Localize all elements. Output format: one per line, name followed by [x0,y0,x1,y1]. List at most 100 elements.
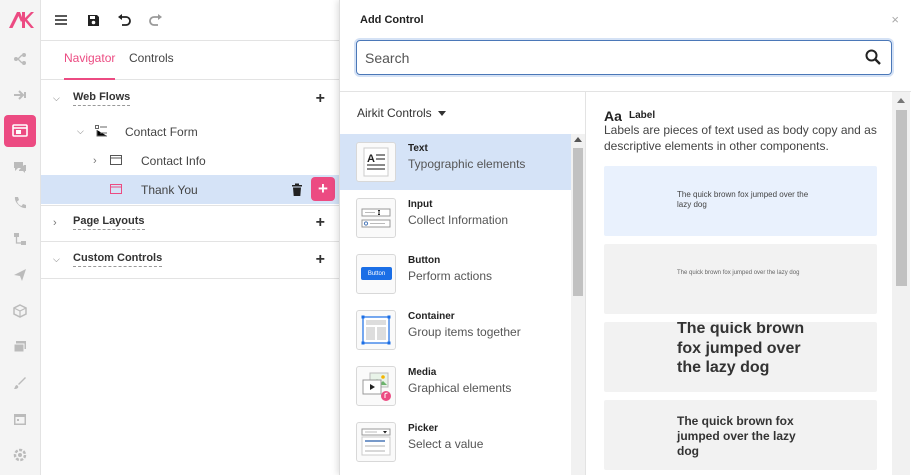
controls-source-label: Airkit Controls [357,106,432,120]
label-style-sample[interactable]: The quick brown fox jumped over the lazy… [604,400,877,470]
add-control-dialog: Add Control × Airkit Controls A Text Typ… [339,0,911,475]
control-description: Group items together [408,325,521,339]
scroll-up-icon[interactable] [897,98,905,103]
tree-label-contact-form: Contact Form [125,124,198,139]
control-list-scrollbar[interactable] [571,134,585,475]
control-description: Typographic elements [408,157,526,171]
gallery-icon[interactable] [10,337,30,357]
chevron-down-icon[interactable]: ⌵ [53,93,60,104]
trash-icon[interactable] [291,183,303,197]
controls-source-dropdown[interactable]: Airkit Controls [357,106,446,120]
tree-row-thank-you[interactable]: Thank You + [41,175,339,204]
control-item-button[interactable]: Button Button Perform actions [340,246,571,302]
data-flow-icon[interactable] [10,229,30,249]
control-item-picker[interactable]: Picker Select a value [340,414,571,470]
control-item-text[interactable]: A Text Typographic elements [340,134,571,190]
control-title: Picker [408,423,439,434]
add-custom-control-button[interactable]: + [316,251,325,269]
add-web-flow-button[interactable]: + [316,90,325,108]
tree-row-contact-info[interactable]: › Contact Info [41,146,339,175]
caret-down-icon [437,110,446,116]
container-control-icon [356,310,396,350]
text-control-icon: A [356,142,396,182]
tree-row-page-layouts[interactable]: › Page Layouts + [41,208,339,237]
control-title: Input [408,199,433,210]
section-label-custom-controls: Custom Controls [73,252,163,267]
phone-icon[interactable] [10,193,30,213]
tab-navigator[interactable]: Navigator [64,51,116,80]
control-item-input[interactable]: Input Collect Information [340,190,571,246]
add-page-layout-button[interactable]: + [316,214,325,232]
control-title: Container [408,311,455,322]
add-control-button[interactable]: + [311,177,335,201]
control-description: Collect Information [408,213,509,227]
panel-tabs: Navigator Controls [41,41,339,80]
page-icon [110,184,122,194]
tree-label-thank-you: Thank You [141,182,198,197]
flow-list-icon [95,125,107,137]
search-input[interactable] [365,49,845,66]
sample-text: The quick brown fox jumped over the lazy… [677,322,805,376]
divider [41,205,339,206]
preview-scrollbar[interactable] [892,92,910,475]
chevron-down-icon[interactable]: ⌵ [77,126,84,137]
media-control-icon [356,366,396,406]
tree-row-web-flows[interactable]: ⌵ Web Flows + [41,84,339,113]
cube-icon[interactable] [10,301,30,321]
chevron-right-icon[interactable]: › [53,217,57,229]
settings-icon[interactable] [10,445,30,465]
dialog-title: Add Control [360,14,424,26]
tree-row-custom-controls[interactable]: ⌵ Custom Controls + [41,245,339,274]
left-icon-rail [0,0,41,475]
undo-icon[interactable] [115,11,133,29]
control-preview-panel: Aa Label Labels are pieces of text used … [586,92,892,475]
button-control-icon: Button [356,254,396,294]
divider [41,241,339,242]
close-icon[interactable]: × [891,12,899,27]
chat-icon[interactable] [10,157,30,177]
preview-name: Label [629,110,656,121]
control-item-container[interactable]: Container Group items together [340,302,571,358]
brush-icon[interactable] [10,373,30,393]
airkit-logo [9,12,34,28]
label-style-sample[interactable]: The quick brown fox jumped over the lazy… [604,244,877,314]
control-description: Graphical elements [408,381,512,395]
button-preview-label: Button [361,267,392,280]
scrollbar-thumb[interactable] [896,110,907,286]
divider [41,278,339,279]
control-title: Text [408,143,428,154]
toolbar [41,0,339,41]
chevron-right-icon[interactable]: › [93,155,97,167]
section-label-page-layouts: Page Layouts [73,215,145,230]
journey-icon[interactable] [10,49,30,69]
control-title: Button [408,255,441,266]
control-description: Perform actions [408,269,493,283]
scroll-up-icon[interactable] [574,137,582,142]
picker-control-icon [356,422,396,462]
preview-description: Labels are pieces of text used as body c… [604,123,877,153]
search-icon[interactable] [865,49,881,65]
web-flows-icon[interactable] [4,115,36,147]
flow-arrow-icon[interactable] [10,85,30,105]
control-list: A Text Typographic elements Input Collec… [340,134,571,475]
scrollbar-thumb[interactable] [573,148,583,296]
tree-label-contact-info: Contact Info [141,153,206,168]
section-label-web-flows: Web Flows [73,91,131,106]
calendar-icon[interactable] [10,409,30,429]
redo-icon[interactable] [147,11,165,29]
tab-controls[interactable]: Controls [129,51,174,65]
label-style-sample[interactable]: The quick brown fox jumped over the lazy… [604,322,877,392]
control-description: Select a value [408,437,484,451]
sample-text: The quick brown fox jumped over the lazy… [677,190,809,209]
chevron-down-icon[interactable]: ⌵ [53,254,60,265]
control-title: Media [408,367,437,378]
search-box [356,40,892,75]
sample-text: The quick brown fox jumped over the lazy… [677,414,796,458]
send-icon[interactable] [10,265,30,285]
hamburger-icon[interactable] [52,11,70,29]
tree-row-contact-form[interactable]: ⌵ Contact Form [41,117,339,146]
input-control-icon [356,198,396,238]
control-item-media[interactable]: Media Graphical elements [340,358,571,414]
label-style-sample[interactable]: The quick brown fox jumped over the lazy… [604,166,877,236]
save-icon[interactable] [84,11,102,29]
